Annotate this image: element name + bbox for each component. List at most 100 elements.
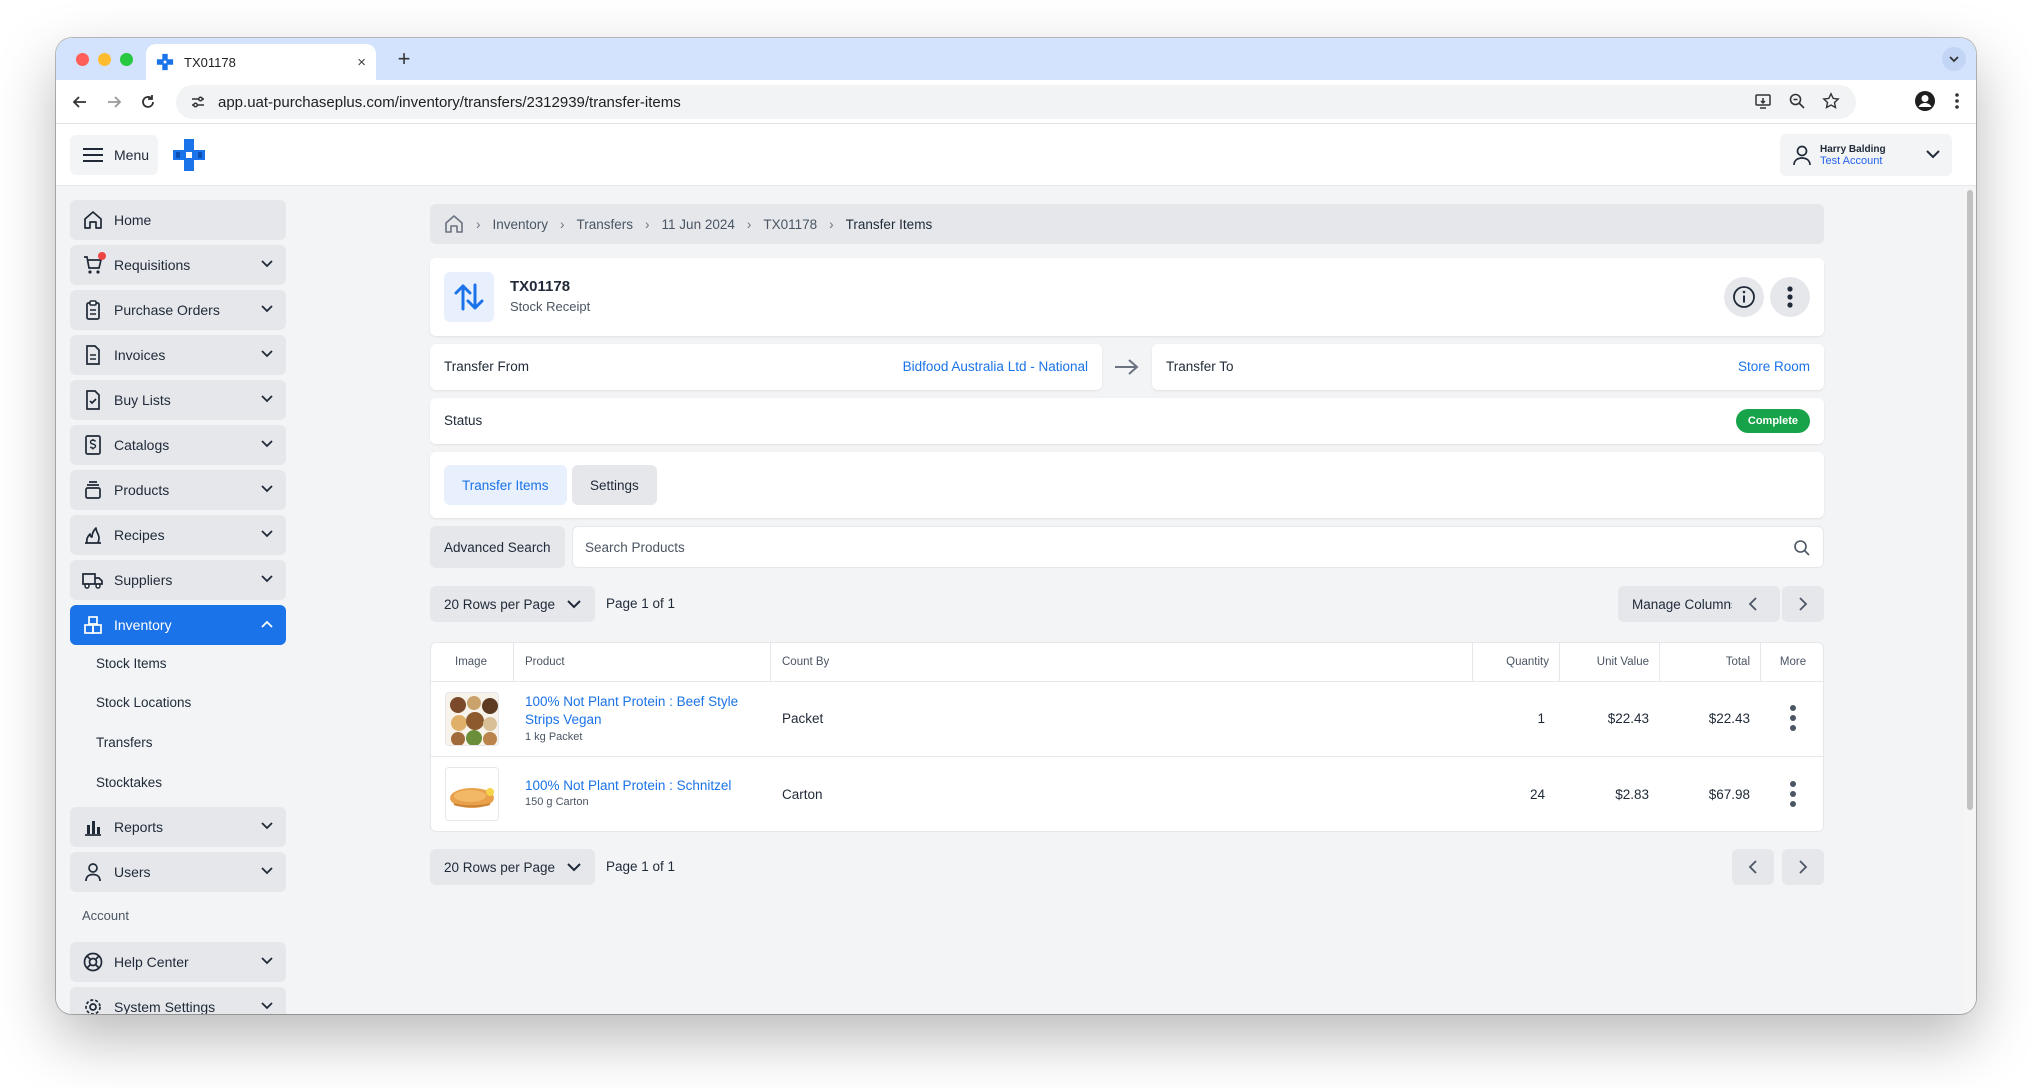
sidebar: Home Requisitions Purchase Orders Invoic… xyxy=(70,186,286,1014)
sidebar-item-buy-lists[interactable]: Buy Lists xyxy=(70,380,286,420)
prev-page-button-bottom[interactable] xyxy=(1732,849,1774,885)
more-options-button[interactable] xyxy=(1770,277,1810,317)
sidebar-item-label: Catalogs xyxy=(114,437,170,453)
sidebar-item-label: System Settings xyxy=(114,999,216,1014)
transfer-from-link[interactable]: Bidfood Australia Ltd - National xyxy=(903,359,1088,374)
tab-transfer-items[interactable]: Transfer Items xyxy=(444,465,567,505)
chevron-down-icon xyxy=(261,440,273,448)
sidebar-item-requisitions[interactable]: Requisitions xyxy=(70,245,286,285)
breadcrumb-transfers[interactable]: Transfers xyxy=(577,217,634,232)
sidebar-item-label: Reports xyxy=(114,819,164,835)
cart-icon xyxy=(82,252,106,276)
sidebar-item-home[interactable]: Home xyxy=(70,200,286,240)
transfer-icon xyxy=(444,272,494,322)
purchaseplus-logo-icon[interactable] xyxy=(172,138,206,172)
user-icon xyxy=(1793,145,1811,166)
sidebar-item-invoices[interactable]: Invoices xyxy=(70,335,286,375)
search-input[interactable]: Search Products xyxy=(572,526,1824,568)
chevron-right-icon xyxy=(1799,860,1808,874)
chevron-up-icon xyxy=(261,620,273,628)
rows-per-page-label: 20 Rows per Page xyxy=(444,596,556,612)
sidebar-item-help-center[interactable]: Help Center xyxy=(70,942,286,982)
menu-button[interactable]: Menu xyxy=(70,135,158,175)
row-more-icon[interactable] xyxy=(1790,705,1796,731)
sidebar-item-products[interactable]: Products xyxy=(70,470,286,510)
back-button[interactable] xyxy=(68,90,92,114)
close-window-button[interactable] xyxy=(76,53,89,66)
transfer-from-label: Transfer From xyxy=(444,359,530,374)
next-page-button-bottom[interactable] xyxy=(1782,849,1824,885)
sidebar-subitem-stocktakes[interactable]: Stocktakes xyxy=(96,775,162,790)
browser-tab[interactable]: TX01178 × xyxy=(146,44,376,80)
sidebar-item-users[interactable]: Users xyxy=(70,852,286,892)
tab-search-button[interactable] xyxy=(1942,47,1966,71)
sidebar-subitem-stock-items[interactable]: Stock Items xyxy=(96,656,167,671)
sidebar-item-label: Requisitions xyxy=(114,257,191,273)
tab-settings[interactable]: Settings xyxy=(572,465,657,505)
transfer-from-card: Transfer From Bidfood Australia Ltd - Na… xyxy=(430,344,1102,390)
maximize-window-button[interactable] xyxy=(120,53,133,66)
home-icon[interactable] xyxy=(444,214,464,234)
sidebar-item-catalogs[interactable]: Catalogs xyxy=(70,425,286,465)
product-image[interactable] xyxy=(445,692,499,746)
rows-per-page-select-bottom[interactable]: 20 Rows per Page xyxy=(430,849,596,885)
user-icon xyxy=(82,861,104,883)
user-name: Harry Balding xyxy=(1820,143,1886,155)
install-app-icon[interactable] xyxy=(1754,92,1772,110)
sidebar-item-system-settings[interactable]: System Settings xyxy=(70,987,286,1014)
home-icon xyxy=(82,209,104,231)
app-topbar: Menu Harry Balding Test Account xyxy=(56,124,1976,186)
chevron-down-icon xyxy=(261,485,273,493)
unit-value-cell: $22.43 xyxy=(1607,711,1649,726)
scrollbar-thumb[interactable] xyxy=(1967,190,1973,810)
breadcrumb-inventory[interactable]: Inventory xyxy=(493,217,549,232)
forward-button[interactable] xyxy=(102,90,126,114)
flame-icon xyxy=(82,524,104,546)
new-tab-button[interactable]: + xyxy=(390,46,418,74)
sidebar-item-label: Products xyxy=(114,482,170,498)
breadcrumb-date[interactable]: 11 Jun 2024 xyxy=(662,217,735,232)
address-bar[interactable]: app.uat-purchaseplus.com/inventory/trans… xyxy=(176,85,1856,119)
browser-menu-icon[interactable] xyxy=(1954,90,1960,112)
product-image[interactable] xyxy=(445,767,499,821)
account-heading: Account xyxy=(82,908,129,923)
advanced-search-button[interactable]: Advanced Search xyxy=(430,526,565,568)
site-settings-icon[interactable] xyxy=(190,94,206,110)
transfer-to-link[interactable]: Store Room xyxy=(1738,359,1810,374)
menu-label: Menu xyxy=(114,147,150,163)
minimize-window-button[interactable] xyxy=(98,53,111,66)
close-tab-icon[interactable]: × xyxy=(357,54,366,71)
boxes-icon xyxy=(82,614,104,636)
prev-page-button[interactable] xyxy=(1732,586,1774,622)
sidebar-item-label: Inventory xyxy=(114,617,172,633)
sidebar-item-suppliers[interactable]: Suppliers xyxy=(70,560,286,600)
sidebar-item-purchase-orders[interactable]: Purchase Orders xyxy=(70,290,286,330)
user-menu-button[interactable]: Harry Balding Test Account xyxy=(1780,134,1952,176)
zoom-icon[interactable] xyxy=(1788,92,1806,110)
sidebar-item-reports[interactable]: Reports xyxy=(70,807,286,847)
reload-button[interactable] xyxy=(136,90,160,114)
profile-avatar-icon[interactable] xyxy=(1914,90,1936,112)
checklist-icon xyxy=(82,389,104,411)
bookmark-star-icon[interactable] xyxy=(1822,92,1840,110)
sidebar-subitem-transfers[interactable]: Transfers xyxy=(96,735,153,750)
transfer-header-card: TX01178 Stock Receipt xyxy=(430,258,1824,336)
breadcrumb-transfer-id[interactable]: TX01178 xyxy=(763,217,817,232)
info-button[interactable] xyxy=(1724,277,1764,317)
sidebar-item-inventory[interactable]: Inventory xyxy=(70,605,286,645)
rows-per-page-select[interactable]: 20 Rows per Page xyxy=(430,586,596,622)
product-link[interactable]: 100% Not Plant Protein : Beef Style Stri… xyxy=(525,693,738,729)
sidebar-item-recipes[interactable]: Recipes xyxy=(70,515,286,555)
browser-toolbar: app.uat-purchaseplus.com/inventory/trans… xyxy=(56,80,1976,124)
url-text[interactable]: app.uat-purchaseplus.com/inventory/trans… xyxy=(218,94,681,111)
sidebar-subitem-stock-locations[interactable]: Stock Locations xyxy=(96,695,191,710)
page-scrollbar[interactable] xyxy=(1964,186,1976,1014)
next-page-button[interactable] xyxy=(1782,586,1824,622)
product-link[interactable]: 100% Not Plant Protein : Schnitzel xyxy=(525,777,731,795)
hamburger-icon xyxy=(83,148,103,162)
search-icon[interactable] xyxy=(1793,539,1811,557)
row-more-icon[interactable] xyxy=(1790,781,1796,807)
chevron-down-icon xyxy=(261,530,273,538)
product-size: 1 kg Packet xyxy=(525,731,583,743)
total-cell: $22.43 xyxy=(1708,711,1750,726)
